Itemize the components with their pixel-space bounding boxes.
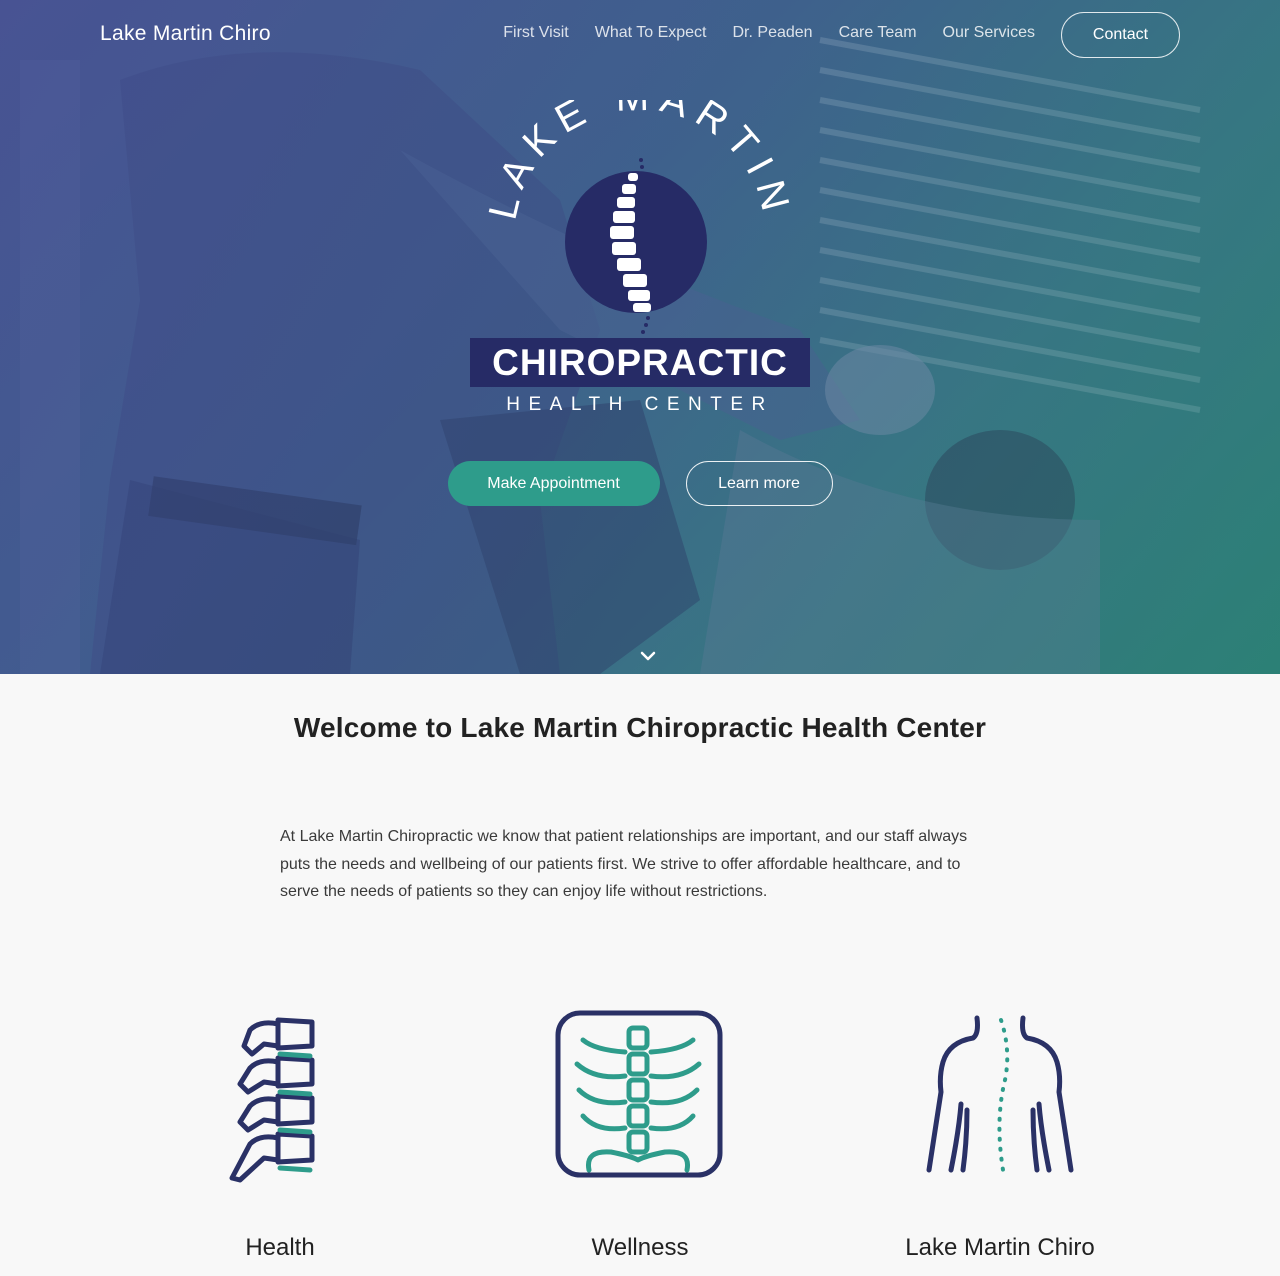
nav-link-care-team[interactable]: Care Team <box>839 24 917 42</box>
feature-health-title: Health <box>245 1234 315 1261</box>
feature-health: Health <box>130 1010 430 1261</box>
feature-wellness: Wellness <box>490 1010 790 1261</box>
hero-section: Lake Martin Chiro First Visit What To Ex… <box>0 0 1280 674</box>
feature-lake-martin-chiro-title: Lake Martin Chiro <box>905 1234 1095 1261</box>
site-brand[interactable]: Lake Martin Chiro <box>100 22 271 46</box>
logo-sub-text: HEALTH CENTER <box>506 394 774 415</box>
feature-wellness-title: Wellness <box>591 1234 689 1261</box>
xray-spine-icon <box>555 1010 723 1178</box>
welcome-title: Welcome to Lake Martin Chiropractic Heal… <box>293 712 987 743</box>
clinic-logo: LAKE MARTIN CHIROPRACTIC HEALT <box>470 100 810 430</box>
logo-emblem: LAKE MARTIN <box>481 100 790 334</box>
contact-button[interactable]: Contact <box>1061 12 1180 58</box>
make-appointment-button[interactable]: Make Appointment <box>447 461 660 506</box>
chevron-down-icon[interactable] <box>638 648 658 664</box>
nav-links: First Visit What To Expect Dr. Peaden Ca… <box>503 24 1035 42</box>
nav-link-our-services[interactable]: Our Services <box>943 24 1035 42</box>
logo-main-text: CHIROPRACTIC <box>470 338 810 387</box>
learn-more-button[interactable]: Learn more <box>685 461 833 506</box>
back-spine-icon <box>926 1015 1074 1173</box>
nav-link-first-visit[interactable]: First Visit <box>503 24 568 42</box>
hero-actions: Make Appointment Learn more <box>0 461 1280 506</box>
welcome-body: At Lake Martin Chiropractic we know that… <box>280 828 968 900</box>
nav-link-dr-peaden[interactable]: Dr. Peaden <box>733 24 813 42</box>
nav-link-what-to-expect[interactable]: What To Expect <box>595 24 707 42</box>
vertebrae-icon <box>229 1017 315 1183</box>
feature-lake-martin-chiro: Lake Martin Chiro <box>850 1010 1150 1261</box>
top-navigation: Lake Martin Chiro First Visit What To Ex… <box>0 0 1280 70</box>
